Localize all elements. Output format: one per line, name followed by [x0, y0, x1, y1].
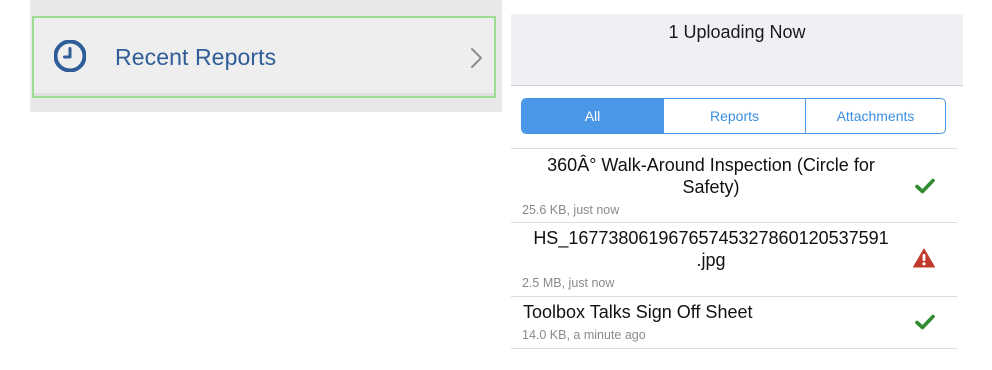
item-title-line: HS_16773806196765745327860120537591: [533, 228, 889, 248]
upload-status-title: 1 Uploading Now: [668, 22, 806, 42]
list-item[interactable]: HS_16773806196765745327860120537591 .jpg…: [511, 223, 957, 297]
item-meta: 14.0 KB, a minute ago: [522, 328, 646, 342]
upload-queue-panel: 1 Uploading Now All Reports Attachments …: [511, 0, 963, 370]
item-title-line: 360Â° Walk-Around Inspection (Circle for: [547, 155, 875, 175]
item-meta: 2.5 MB, just now: [522, 276, 615, 290]
item-meta: 25.6 KB, just now: [522, 203, 620, 217]
item-title-line: Safety): [682, 177, 740, 197]
recent-reports-row[interactable]: Recent Reports: [32, 16, 496, 98]
screen: Recent Reports 1 Uploading Now All Repor…: [0, 0, 992, 370]
upload-header: 1 Uploading Now: [511, 14, 963, 86]
item-title: HS_16773806196765745327860120537591 .jpg: [511, 227, 911, 271]
checkmark-icon: [915, 178, 935, 194]
tab-reports[interactable]: Reports: [663, 99, 805, 133]
tab-attachments[interactable]: Attachments: [805, 99, 945, 133]
item-title: 360Â° Walk-Around Inspection (Circle for…: [511, 154, 911, 198]
clock-icon: [54, 40, 86, 72]
upload-list: 360Â° Walk-Around Inspection (Circle for…: [511, 148, 957, 349]
item-title-line: .jpg: [696, 250, 726, 270]
warning-triangle-icon: [913, 248, 935, 268]
recent-reports-panel: Recent Reports: [30, 0, 502, 112]
row-divider: [34, 93, 494, 96]
checkmark-icon: [915, 314, 935, 330]
list-item[interactable]: 360Â° Walk-Around Inspection (Circle for…: [511, 148, 957, 223]
item-title: Toolbox Talks Sign Off Sheet: [523, 302, 753, 322]
filter-segmented-control: All Reports Attachments: [521, 98, 946, 134]
recent-reports-label: Recent Reports: [115, 44, 277, 70]
tab-all[interactable]: All: [522, 99, 663, 133]
list-item[interactable]: Toolbox Talks Sign Off Sheet 14.0 KB, a …: [511, 297, 957, 349]
chevron-right-icon: [471, 48, 482, 68]
